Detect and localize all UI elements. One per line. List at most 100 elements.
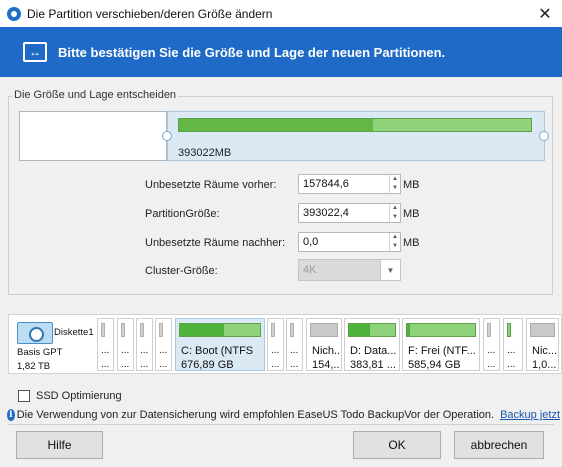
partition-size: ... (290, 359, 299, 370)
partition-tile-c-boot[interactable]: C: Boot (NTFS 676,89 GB (175, 318, 265, 371)
partition-size: ... (507, 359, 516, 370)
partition-bar (310, 323, 338, 337)
partition-size: 1,0... (532, 359, 556, 371)
stepper-up-icon[interactable]: ▲ (390, 175, 400, 184)
partition-label: Nic... (532, 345, 556, 357)
chevron-down-icon[interactable]: ▼ (380, 260, 400, 280)
help-button[interactable]: Hilfe (16, 431, 103, 459)
cancel-button[interactable]: abbrechen (454, 431, 544, 459)
title-bar: Die Partition verschieben/deren Größe än… (0, 0, 562, 27)
partition-label: ... (101, 345, 110, 356)
stepper-down-icon[interactable]: ▼ (390, 242, 400, 251)
partition-usage-fill (179, 119, 373, 131)
partition-size-field-label: PartitionGröße: (145, 208, 220, 220)
partition-size-stepper[interactable]: ▲ ▼ (389, 204, 400, 222)
backup-hint-text: Die Verwendung von zur Datensicherung wi… (16, 409, 495, 421)
partition-size: ... (101, 359, 110, 370)
partition-bar-fill (349, 324, 370, 336)
partition-tile-d-data[interactable]: D: Data... 383,81 ... (344, 318, 400, 371)
partition-tile[interactable]: ... ... (286, 318, 303, 371)
partition-tile[interactable]: ... ... (136, 318, 153, 371)
after-space-stepper[interactable]: ▲ ▼ (389, 233, 400, 251)
stepper-down-icon[interactable]: ▼ (390, 184, 400, 193)
hard-disk-icon (17, 322, 53, 344)
cluster-size-select[interactable]: 4K ▼ (298, 259, 401, 281)
cluster-size-label: Cluster-Größe: (145, 265, 218, 277)
unallocated-before-area (19, 111, 167, 161)
ssd-optimization-label[interactable]: SSD Optimierung (36, 390, 122, 402)
partition-label: F: Frei (NTF... (408, 345, 476, 357)
partition-bar (179, 323, 261, 337)
before-space-unit: MB (403, 179, 420, 191)
disk-name: Diskette1 (54, 327, 94, 338)
partition-bar-fill (180, 324, 224, 336)
partition-bar (140, 323, 144, 337)
resize-arrows-icon: ↔ (23, 42, 47, 62)
cluster-size-value: 4K (303, 264, 317, 276)
info-icon: i (7, 409, 15, 421)
partition-size: ... (121, 359, 130, 370)
partition-size: ... (487, 359, 496, 370)
partition-tile[interactable]: ... ... (267, 318, 284, 371)
backup-hint: i Die Verwendung von zur Datensicherung … (7, 407, 560, 423)
before-space-stepper[interactable]: ▲ ▼ (389, 175, 400, 193)
window-title: Die Partition verschieben/deren Größe än… (27, 6, 273, 21)
partition-bar (530, 323, 555, 337)
ssd-optimization-row[interactable]: SSD Optimierung (18, 390, 122, 402)
group-legend: Die Größe und Lage entscheiden (12, 89, 179, 101)
close-button[interactable]: ✕ (528, 0, 562, 27)
partition-tile[interactable]: ... ... (97, 318, 114, 371)
before-space-value: 157844,6 (303, 178, 349, 190)
partition-label: C: Boot (NTFS (181, 345, 254, 357)
disk-map: Diskette1 Basis GPT 1,82 TB ... ... ... … (8, 314, 562, 374)
partition-bar (290, 323, 294, 337)
disk-size: 1,82 TB (17, 361, 51, 372)
before-space-input[interactable]: 157844,6 ▲ ▼ (298, 174, 401, 194)
partition-bar-fill (407, 324, 411, 336)
header-banner: ↔ Bitte bestätigen Sie die Größe und Lag… (0, 27, 562, 77)
partition-size: ... (159, 359, 168, 370)
stepper-up-icon[interactable]: ▲ (390, 233, 400, 242)
partition-tile[interactable]: ... ... (483, 318, 500, 371)
left-resize-handle[interactable] (162, 131, 172, 141)
after-space-input[interactable]: 0,0 ▲ ▼ (298, 232, 401, 252)
partition-size-input[interactable]: 393022,4 ▲ ▼ (298, 203, 401, 223)
partition-bar (121, 323, 125, 337)
stepper-up-icon[interactable]: ▲ (390, 204, 400, 213)
backup-now-link[interactable]: Backup jetzt (500, 409, 560, 421)
ssd-optimization-checkbox[interactable] (18, 390, 30, 402)
partition-block[interactable]: 393022MB (167, 111, 545, 161)
partition-layout: 393022MB (19, 111, 549, 161)
partition-label: ... (121, 345, 130, 356)
partition-label: ... (290, 345, 299, 356)
partition-size-unit: MB (403, 208, 420, 220)
partition-size: 676,89 GB (181, 359, 234, 371)
partition-bar (271, 323, 275, 337)
before-space-label: Unbesetzte Räume vorher: (145, 179, 277, 191)
after-space-unit: MB (403, 237, 420, 249)
app-icon (7, 6, 21, 21)
partition-label: ... (271, 345, 280, 356)
disk-type: Basis GPT (17, 347, 63, 358)
partition-tile-unallocated[interactable]: Nich... 154,... (306, 318, 342, 371)
ok-button[interactable]: OK (353, 431, 441, 459)
banner-text: Bitte bestätigen Sie die Größe und Lage … (58, 44, 446, 60)
partition-tile[interactable]: ... ... (155, 318, 172, 371)
partition-tile[interactable]: ... ... (117, 318, 134, 371)
partition-size: 383,81 ... (350, 359, 396, 371)
partition-bar (348, 323, 396, 337)
partition-size: 154,... (312, 359, 339, 371)
partition-bar (487, 323, 491, 337)
partition-label: D: Data... (350, 345, 397, 357)
partition-size-label: 393022MB (178, 147, 232, 159)
partition-label: ... (140, 345, 149, 356)
right-resize-handle[interactable] (539, 131, 549, 141)
partition-size: ... (140, 359, 149, 370)
partition-size: ... (271, 359, 280, 370)
partition-size: 585,94 GB (408, 359, 461, 371)
stepper-down-icon[interactable]: ▼ (390, 213, 400, 222)
partition-tile-f-frei[interactable]: F: Frei (NTF... 585,94 GB (402, 318, 480, 371)
partition-bar (406, 323, 476, 337)
partition-tile-unallocated[interactable]: Nic... 1,0... (526, 318, 559, 371)
partition-tile[interactable]: ... ... (503, 318, 523, 371)
